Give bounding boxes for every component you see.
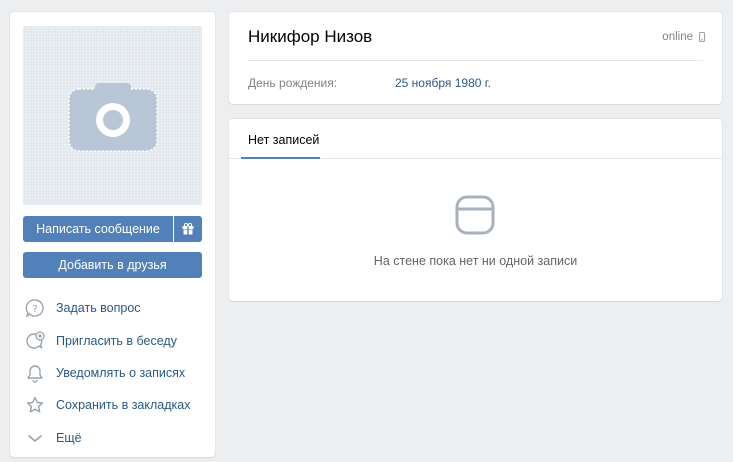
wall: Нет записей На стене пока нет ни одной з… xyxy=(229,119,722,301)
mobile-icon xyxy=(699,32,705,42)
birthday-label: День рождения: xyxy=(248,76,338,90)
profile-sidebar: Написать сообщение Добавить в друзья ? З… xyxy=(10,12,215,457)
profile-header: Никифор Низов online День рождения: 25 н… xyxy=(229,12,722,104)
svg-text:?: ? xyxy=(32,304,37,315)
action-notify-posts[interactable]: Уведомлять о записях xyxy=(23,357,208,389)
action-label: Пригласить в беседу xyxy=(56,333,177,348)
profile-name: Никифор Низов xyxy=(248,27,373,46)
tab-active-indicator xyxy=(241,157,320,159)
action-ask-question[interactable]: ? Задать вопрос xyxy=(23,292,208,324)
camera-icon xyxy=(68,83,158,152)
star-icon xyxy=(25,395,45,415)
gift-icon xyxy=(182,223,194,235)
bell-icon xyxy=(25,363,45,383)
online-status: online xyxy=(662,31,705,43)
profile-photo-placeholder[interactable] xyxy=(23,26,202,205)
birthday-value[interactable]: 25 ноября 1980 г. xyxy=(395,76,491,90)
header-divider xyxy=(248,60,703,61)
gift-button[interactable] xyxy=(174,216,202,242)
action-invite-chat[interactable]: Пригласить в беседу xyxy=(23,324,208,356)
invite-chat-icon xyxy=(25,330,45,351)
send-message-button[interactable]: Написать сообщение xyxy=(23,216,173,242)
question-icon: ? xyxy=(25,298,45,319)
action-more[interactable]: Ещё xyxy=(23,422,208,454)
action-save-bookmarks[interactable]: Сохранить в закладках xyxy=(23,389,208,421)
chevron-down-icon xyxy=(25,428,45,448)
empty-wall-icon xyxy=(455,195,495,235)
action-label: Задать вопрос xyxy=(56,301,141,316)
profile-actions-list: ? Задать вопрос Пригласить в беседу Увед… xyxy=(23,292,208,454)
action-label: Ещё xyxy=(56,430,82,445)
action-label: Уведомлять о записях xyxy=(56,365,186,380)
empty-wall-text: На стене пока нет ни одной записи xyxy=(373,254,578,268)
add-friend-button[interactable]: Добавить в друзья xyxy=(23,252,202,278)
online-status-text: online xyxy=(662,31,693,43)
action-label: Сохранить в закладках xyxy=(56,398,191,413)
tab-no-posts[interactable]: Нет записей xyxy=(248,133,319,147)
